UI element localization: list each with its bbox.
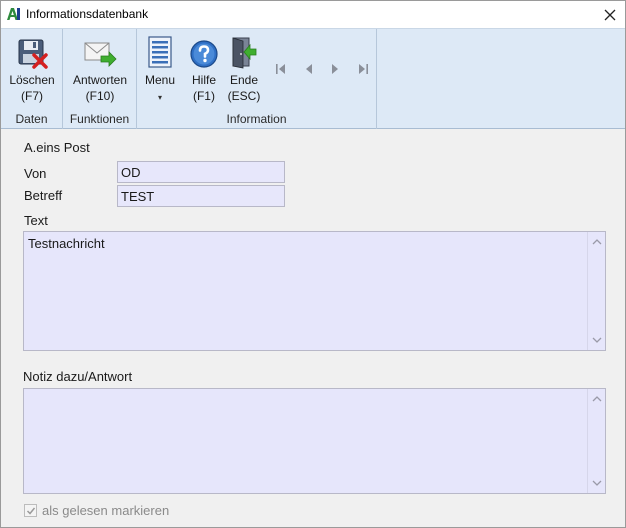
group-label-information: Information <box>226 112 287 126</box>
first-record-icon <box>276 64 285 74</box>
text-memo[interactable]: Testnachricht <box>23 231 606 351</box>
title-bar: Informationsdatenbank <box>1 1 625 28</box>
section-title: A.eins Post <box>24 140 90 155</box>
delete-button-label: Löschen <box>9 73 55 87</box>
reply-button-label: Antworten <box>72 73 128 87</box>
delete-icon <box>18 39 48 69</box>
betreff-field[interactable]: TEST <box>117 185 285 207</box>
previous-record-button[interactable] <box>299 61 319 77</box>
von-field[interactable]: OD <box>117 161 285 183</box>
text-memo-scrollbar[interactable] <box>587 232 605 350</box>
mark-read-checkbox[interactable] <box>24 504 37 517</box>
group-information: Menu ▾ Hilfe (F1) Ende (ESC) Information <box>137 29 377 129</box>
mark-read-row: als gelesen markieren <box>24 503 169 518</box>
scroll-down-icon[interactable] <box>592 478 602 488</box>
close-icon <box>604 9 616 20</box>
first-record-button[interactable] <box>271 61 291 77</box>
exit-button-label: Ende <box>229 73 258 87</box>
next-record-button[interactable] <box>325 61 345 77</box>
reply-button-shortcut: (F10) <box>85 89 115 103</box>
scroll-up-icon[interactable] <box>592 237 602 247</box>
help-button-shortcut: (F1) <box>192 89 215 103</box>
reply-button[interactable]: Antworten (F10) <box>67 31 133 106</box>
delete-button[interactable]: Löschen (F7) <box>5 31 59 106</box>
help-button-label: Hilfe <box>191 73 216 87</box>
chevron-down-icon: ▾ <box>157 93 162 102</box>
notiz-memo[interactable] <box>23 388 606 494</box>
next-record-icon <box>332 64 338 74</box>
app-window: Informationsdatenbank Löschen (F7) Daten… <box>0 0 626 528</box>
text-memo-content: Testnachricht <box>28 236 105 251</box>
last-record-button[interactable] <box>353 61 373 77</box>
mark-read-label: als gelesen markieren <box>42 503 170 518</box>
group-daten: Löschen (F7) Daten <box>1 29 63 129</box>
app-logo-icon <box>7 8 20 20</box>
notiz-memo-scrollbar[interactable] <box>587 389 605 493</box>
close-button[interactable] <box>595 1 625 28</box>
help-icon <box>190 40 218 68</box>
menu-list-icon <box>148 36 172 68</box>
exit-button[interactable]: Ende (ESC) <box>225 31 263 106</box>
help-button[interactable]: Hilfe (F1) <box>187 31 221 106</box>
last-record-icon <box>359 64 368 74</box>
exit-door-icon <box>232 37 257 69</box>
menu-button-label: Menu <box>144 73 176 87</box>
delete-button-shortcut: (F7) <box>21 89 43 103</box>
group-label-daten: Daten <box>15 112 48 126</box>
window-title: Informationsdatenbank <box>26 7 149 21</box>
text-label: Text <box>24 213 48 228</box>
previous-record-icon <box>306 64 312 74</box>
von-label: Von <box>24 166 47 181</box>
menu-button[interactable]: Menu ▾ <box>141 31 179 106</box>
reply-mail-icon <box>84 42 117 67</box>
group-label-funktionen: Funktionen <box>69 112 130 126</box>
scroll-down-icon[interactable] <box>592 335 602 345</box>
checkmark-icon <box>26 507 35 515</box>
notiz-label: Notiz dazu/Antwort <box>23 369 133 384</box>
scroll-up-icon[interactable] <box>592 394 602 404</box>
ribbon-toolbar: Löschen (F7) Daten Antworten (F10) Funktio… <box>1 28 625 129</box>
exit-button-shortcut: (ESC) <box>227 89 261 103</box>
betreff-label: Betreff <box>24 188 63 203</box>
group-funktionen: Antworten (F10) Funktionen <box>63 29 137 129</box>
